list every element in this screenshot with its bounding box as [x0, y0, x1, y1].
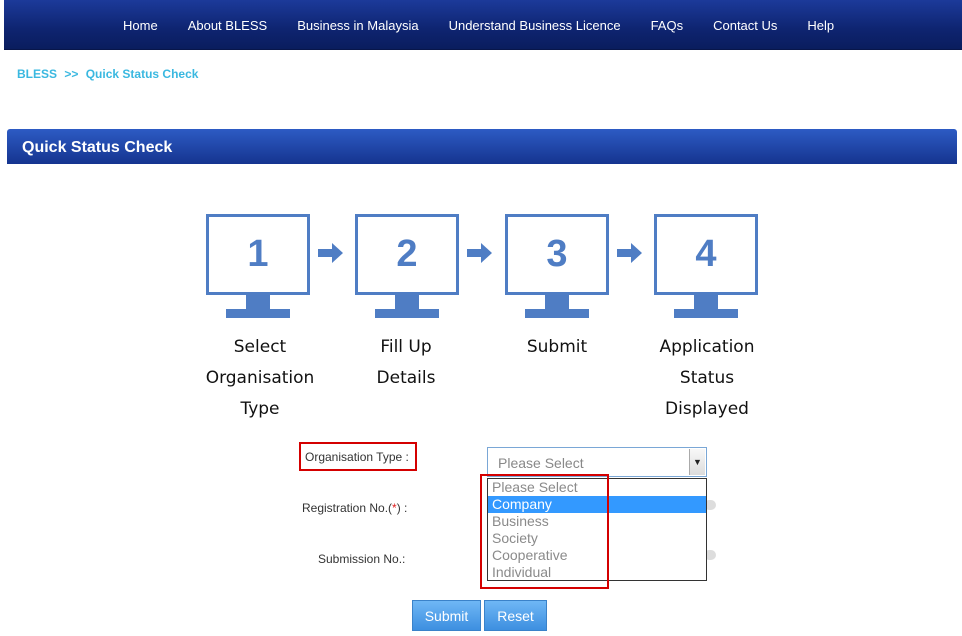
nav-item-about-bless[interactable]: About BLESS — [173, 18, 283, 33]
nav-item-understand-business-licence[interactable]: Understand Business Licence — [434, 18, 636, 33]
nav-item-faqs[interactable]: FAQs — [636, 18, 699, 33]
monitor-icon: 3 — [505, 214, 609, 295]
monitor-icon: 4 — [654, 214, 758, 295]
monitor-icon: 1 — [206, 214, 310, 295]
monitor-icon: 2 — [355, 214, 459, 295]
arrow-right-icon — [318, 243, 343, 263]
step-2-label: Fill Up Details — [376, 337, 436, 388]
top-navbar: Home About BLESS Business in Malaysia Un… — [4, 0, 962, 50]
arrow-right-icon — [467, 243, 492, 263]
step-1-label: Select Organisation Type — [205, 337, 315, 419]
nav-menu: Home About BLESS Business in Malaysia Un… — [108, 0, 849, 50]
step-3-label: Submit — [526, 337, 588, 357]
registration-no-label: Registration No.(*) : — [302, 501, 408, 515]
breadcrumb-current: Quick Status Check — [85, 67, 199, 81]
step-4-label: Application Status Displayed — [659, 337, 755, 419]
select-current-value: Please Select — [498, 455, 584, 471]
breadcrumb-separator: >> — [64, 67, 79, 81]
reset-button[interactable]: Reset — [484, 600, 547, 631]
page-title: Quick Status Check — [22, 139, 173, 156]
nav-item-contact-us[interactable]: Contact Us — [698, 18, 792, 33]
dropdown-highlight — [480, 474, 609, 589]
submission-no-label: Submission No.: — [318, 552, 406, 566]
submit-button[interactable]: Submit — [412, 600, 481, 631]
section-header: Quick Status Check — [7, 129, 957, 164]
step-number: 2 — [396, 233, 418, 275]
arrow-right-icon — [617, 243, 642, 263]
nav-item-help[interactable]: Help — [792, 18, 849, 33]
step-number: 3 — [546, 233, 568, 275]
nav-item-home[interactable]: Home — [108, 18, 173, 33]
step-number: 4 — [695, 233, 717, 275]
org-type-label: Organisation Type : — [305, 450, 409, 464]
chevron-down-icon[interactable]: ▼ — [689, 449, 705, 475]
breadcrumb-root-link[interactable]: BLESS — [17, 67, 57, 81]
organisation-type-select[interactable]: Please Select ▼ — [487, 447, 707, 477]
step-number: 1 — [247, 233, 269, 275]
breadcrumb: BLESS >> Quick Status Check — [17, 67, 202, 81]
nav-item-business-in-malaysia[interactable]: Business in Malaysia — [282, 18, 433, 33]
